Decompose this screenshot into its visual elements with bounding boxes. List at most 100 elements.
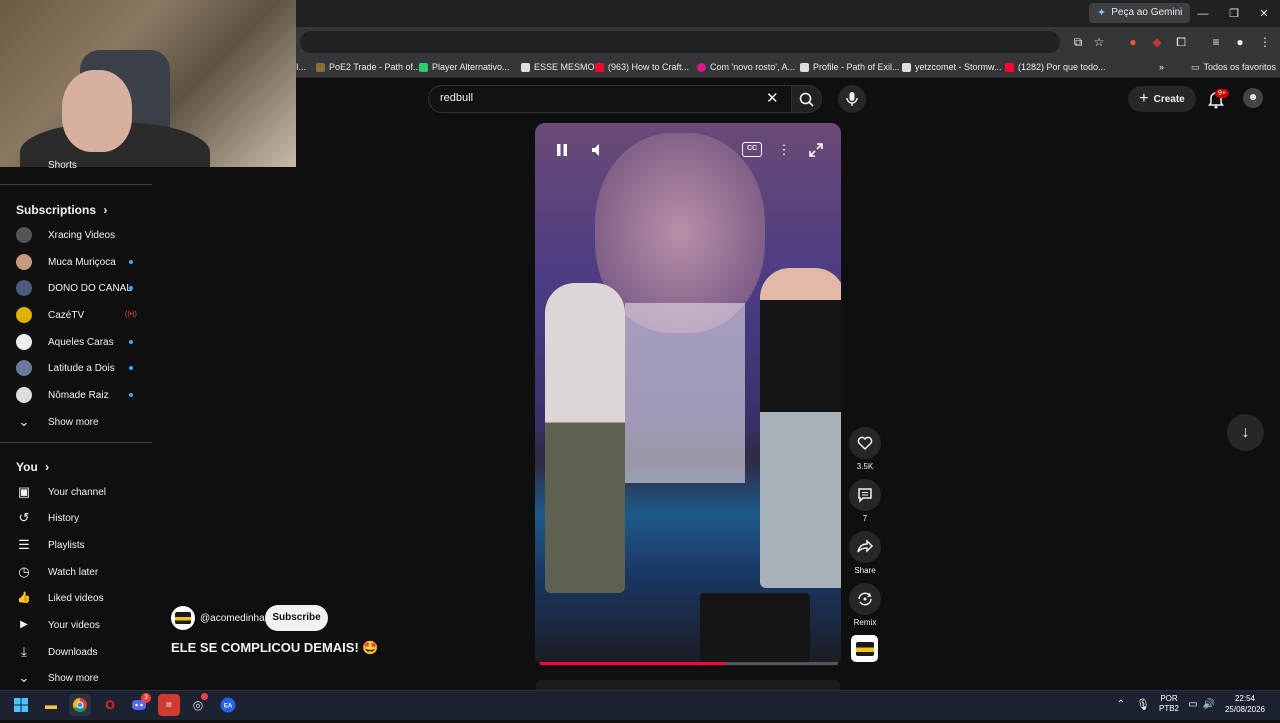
opera-gx-icon[interactable]: O [99,694,121,716]
input-language-indicator[interactable]: POR PTB2 [1156,694,1182,714]
bookmark-item[interactable]: I... [296,56,306,78]
search-input[interactable] [428,85,792,113]
fullscreen-icon[interactable] [805,139,827,161]
show-more-subscriptions-button[interactable]: ⌄ Show more [0,409,152,435]
captions-button[interactable]: CC [742,142,762,157]
player-more-options-icon[interactable]: ⋮ [773,139,795,161]
close-window-button[interactable]: ✕ [1254,5,1274,23]
sidebar-item-subscription[interactable]: Nômade Raiz [0,382,152,408]
sidebar-item-history[interactable]: ↺ History [0,505,152,531]
new-content-dot [129,260,133,264]
bookmark-item[interactable]: Profile - Path of Exil... [800,56,900,78]
all-bookmarks-button[interactable]: ▭ Todos os favoritos [1191,56,1276,78]
sidebar-item-subscription[interactable]: Xracing Videos [0,222,152,248]
more-bookmarks-button[interactable]: » [1159,56,1164,78]
chrome-menu-icon[interactable]: ⋮ [1256,33,1274,51]
bookmark-item[interactable]: Player Alternativo... [419,56,510,78]
install-app-icon[interactable]: ⧉ [1069,33,1087,51]
next-short-button[interactable]: ↓ [1227,414,1264,451]
clear-search-icon[interactable]: ✕ [766,89,779,107]
channel-handle[interactable]: @acomedinha [200,613,265,624]
comments-button[interactable] [849,479,881,511]
bookmark-favicon-icon [419,62,428,72]
bookmark-item[interactable]: (1282) Por que todo... [1005,56,1106,78]
remix-button[interactable] [849,583,881,615]
file-explorer-icon[interactable]: ▬ [40,694,62,716]
sidebar-divider [0,442,152,443]
sidebar-item-your-videos[interactable]: ▶ Your videos [0,612,152,638]
bookmark-item[interactable]: Com 'novo rosto', A... [697,56,795,78]
extensions-puzzle-icon[interactable]: ⧠ [1172,33,1190,51]
channel-icon: ▣ [17,484,31,499]
sidebar-item-subscription[interactable]: Latitude a Dois [0,355,152,381]
comment-icon [858,488,872,503]
you-heading[interactable]: You › [16,460,49,474]
ea-app-icon[interactable]: EA [217,694,239,716]
volume-tray-icon[interactable]: 🔊 [1198,694,1220,716]
sidebar-item-liked-videos[interactable]: 👍 Liked videos [0,585,152,611]
voice-search-button[interactable] [838,85,866,113]
profile-avatar-icon[interactable]: ● [1231,33,1249,51]
chrome-taskbar-icon[interactable] [69,694,91,716]
share-icon [857,539,874,553]
sidebar-item-playlists[interactable]: ☰ Playlists [0,532,152,558]
bookmark-star-icon[interactable]: ☆ [1090,33,1108,51]
omnibox[interactable] [300,31,1060,53]
pause-button[interactable] [551,139,573,161]
sidebar-item-downloads[interactable]: ⤓ Downloads [0,639,152,665]
bookmark-item[interactable]: (963) How to Craft... [595,56,689,78]
sidebar-item-subscription[interactable]: Aqueles Caras [0,329,152,355]
subscribe-button[interactable]: Subscribe [265,605,328,631]
expand-arrows-icon [809,143,823,157]
gemini-icon: ✦ [1097,7,1107,19]
media-control-icon[interactable]: ≡ [1207,33,1225,51]
video-icon: ▶ [20,619,28,630]
search-button[interactable] [792,85,822,113]
sidebar-item-subscription[interactable]: CazéTV ((•)) [0,302,152,328]
sidebar-item-subscription[interactable]: DONO DO CANAL [0,275,152,301]
show-hidden-icons-icon[interactable]: ⌃ [1110,694,1132,716]
account-avatar[interactable]: ☻ [1243,88,1263,108]
bookmark-item[interactable]: ESSE MESMO [521,56,595,78]
system-clock[interactable]: 22:54 25/08/2026 [1219,693,1271,715]
sound-source-thumbnail[interactable] [851,635,878,662]
create-button[interactable]: + Create [1128,86,1196,112]
restore-button[interactable]: ❐ [1224,5,1244,23]
volume-button[interactable] [587,139,609,161]
sidebar-item-your-channel[interactable]: ▣ Your channel [0,479,152,505]
extension-badge-icon[interactable]: ◆ [1148,33,1166,51]
notification-count-badge: 9+ [1215,89,1229,98]
subscriptions-heading[interactable]: Subscriptions › [16,203,107,217]
notification-dot [201,693,208,700]
minimize-button[interactable]: — [1193,5,1213,23]
discord-unread-badge: 3 [141,693,151,703]
pause-icon [557,144,567,156]
shorts-video-player[interactable] [535,123,841,666]
show-more-you-button[interactable]: ⌄ Show more [0,665,152,691]
channel-avatar-icon [16,227,32,243]
share-button[interactable] [849,531,881,563]
search-icon [799,92,814,107]
gemini-button[interactable]: ✦ Peça ao Gemini [1089,3,1191,23]
live-indicator-icon: ((•)) [125,311,137,318]
app-shortcut-icon[interactable]: ▤ [158,694,180,716]
bookmark-item[interactable]: PoE2 Trade - Path of... [316,56,421,78]
new-content-dot [129,366,133,370]
remix-label: Remix [853,618,877,627]
channel-avatar-icon [16,280,32,296]
microphone-tray-icon[interactable]: 🎙 [1132,694,1154,716]
sidebar-item-subscription[interactable]: Muca Muriçoca [0,249,152,275]
windows-logo-icon [14,698,28,712]
sidebar-item-watch-later[interactable]: ◷ Watch later [0,559,152,585]
microphone-icon [846,92,858,106]
youtube-favicon-icon [595,62,604,72]
channel-avatar-icon [16,387,32,403]
like-button[interactable] [849,427,881,459]
video-frame-stage-monitor [700,593,810,663]
extension-fox-icon[interactable]: ● [1124,33,1142,51]
youtube-favicon-icon [1005,62,1014,72]
channel-avatar[interactable] [171,606,195,630]
start-button[interactable] [10,694,32,716]
bookmark-item[interactable]: yetzcomet - Stormw... [902,56,1002,78]
channel-avatar-icon [16,360,32,376]
